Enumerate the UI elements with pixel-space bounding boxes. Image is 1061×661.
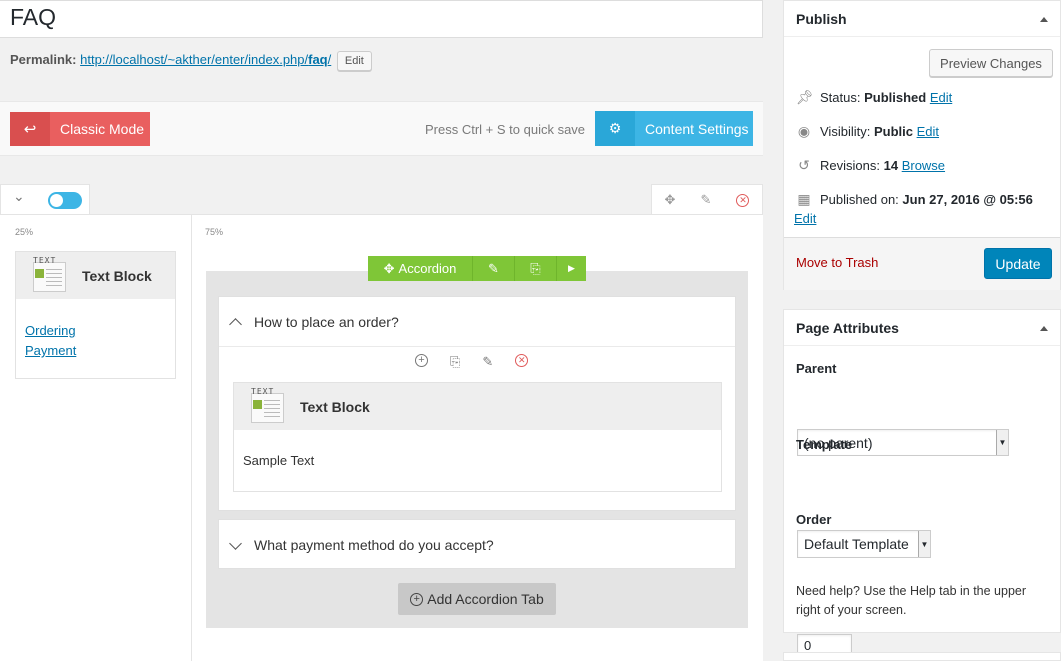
permalink-url[interactable]: http://localhost/~akther/enter/index.php… bbox=[80, 52, 331, 67]
chevron-down-icon bbox=[229, 536, 242, 550]
left-column-width: 25% bbox=[15, 227, 34, 237]
collapse-arrow-icon[interactable] bbox=[1040, 326, 1048, 331]
published-on-edit-link[interactable]: Edit bbox=[794, 211, 816, 226]
browse-revisions-link[interactable]: Browse bbox=[902, 158, 945, 173]
status-edit-link[interactable]: Edit bbox=[930, 90, 952, 105]
eye-icon: ◉ bbox=[797, 123, 811, 139]
published-on-row: ▦ Published on: Jun 27, 2016 @ 05:56 bbox=[797, 191, 1033, 207]
accordion-tab-title: How to place an order? bbox=[254, 313, 399, 330]
dropdown-arrow-icon: ▼ bbox=[918, 531, 930, 557]
add-icon: + bbox=[410, 592, 424, 606]
history-icon: ↺ bbox=[798, 157, 810, 173]
publish-box: Publish Preview Changes 📌︎ Status: Publi… bbox=[783, 0, 1061, 290]
collapse-chevron-icon[interactable]: ⌄ bbox=[13, 188, 25, 205]
visibility-row: ◉ Visibility: Public Edit bbox=[797, 123, 940, 139]
move-icon: ✥ bbox=[383, 260, 395, 276]
link-payment[interactable]: Payment bbox=[25, 341, 175, 361]
pin-icon: 📌︎ bbox=[796, 89, 814, 105]
revisions-row: ↺ Revisions: 14 Browse bbox=[796, 157, 945, 174]
next-meta-box bbox=[783, 652, 1061, 661]
accordion-toolbar: ✥ Accordion ✎ ⎘ ▶ bbox=[368, 256, 586, 281]
text-block-icon: TEXT bbox=[31, 256, 68, 294]
accordion-more-icon[interactable]: ▶ bbox=[557, 256, 586, 281]
order-label: Order bbox=[796, 512, 832, 527]
template-select[interactable]: Default Template ▼ bbox=[797, 530, 931, 558]
builder-mode-bar: ↩ Classic Mode Press Ctrl + S to quick s… bbox=[0, 101, 763, 156]
undo-arrow-icon: ↩ bbox=[10, 112, 50, 146]
accordion-tab-title: What payment method do you accept? bbox=[254, 537, 494, 553]
text-block-header: TEXT Text Block bbox=[234, 383, 721, 430]
row-header: ⌄ ✥ ✎ ✕ bbox=[0, 184, 763, 215]
text-block-title: Text Block bbox=[300, 398, 370, 415]
accordion-copy-icon[interactable]: ⎘ bbox=[515, 256, 557, 281]
visibility-edit-link[interactable]: Edit bbox=[917, 124, 939, 139]
post-title-text: FAQ bbox=[10, 4, 57, 30]
text-block-header: TEXT Text Block bbox=[16, 252, 175, 299]
row-tools: ✥ ✎ ✕ bbox=[651, 184, 763, 215]
text-block-title: Text Block bbox=[82, 267, 152, 284]
right-column-width: 75% bbox=[205, 227, 224, 237]
accordion-tab: What payment method do you accept? bbox=[218, 519, 736, 569]
text-block-icon: TEXT bbox=[249, 387, 286, 425]
accordion-tab-header[interactable]: How to place an order? bbox=[219, 297, 735, 347]
move-to-trash-link[interactable]: Move to Trash bbox=[796, 255, 878, 270]
post-title-input[interactable]: FAQ bbox=[0, 0, 763, 38]
left-text-block[interactable]: TEXT Text Block Ordering Payment bbox=[15, 251, 176, 379]
permalink-edit-button[interactable]: Edit bbox=[336, 51, 372, 71]
accordion-tab-header[interactable]: What payment method do you accept? bbox=[219, 520, 735, 570]
add-accordion-tab-button[interactable]: + Add Accordion Tab bbox=[398, 583, 556, 615]
add-icon[interactable]: + bbox=[415, 354, 428, 367]
row-toggle-switch[interactable] bbox=[48, 192, 82, 209]
page-attributes-title[interactable]: Page Attributes bbox=[784, 310, 1060, 346]
row-toggle-tab: ⌄ bbox=[0, 184, 90, 215]
inner-text-block[interactable]: TEXT Text Block Sample Text bbox=[233, 382, 722, 492]
text-block-body: Sample Text bbox=[243, 453, 315, 468]
template-label: Template bbox=[796, 437, 853, 452]
copy-icon[interactable]: ⎘ bbox=[450, 354, 460, 370]
tab-tools: + ⎘ ✎ ✕ bbox=[415, 354, 529, 370]
page-attributes-box: Page Attributes Parent (no parent) ▼ Temp… bbox=[783, 309, 1061, 657]
content-settings-button[interactable]: ⚙ Content Settings bbox=[595, 111, 753, 146]
accordion-move-handle[interactable]: ✥ Accordion bbox=[368, 256, 473, 281]
dropdown-arrow-icon: ▼ bbox=[996, 430, 1008, 455]
quick-save-hint: Press Ctrl + S to quick save bbox=[425, 122, 586, 137]
chevron-up-icon bbox=[229, 318, 242, 331]
delete-icon[interactable]: ✕ bbox=[515, 354, 529, 367]
delete-icon[interactable]: ✕ bbox=[736, 193, 750, 207]
publish-box-title[interactable]: Publish bbox=[784, 1, 1060, 37]
edit-icon[interactable]: ✎ bbox=[701, 192, 712, 208]
accordion-edit-icon[interactable]: ✎ bbox=[473, 256, 515, 281]
link-ordering[interactable]: Ordering bbox=[25, 321, 175, 341]
preview-changes-button[interactable]: Preview Changes bbox=[929, 49, 1053, 77]
update-button[interactable]: Update bbox=[984, 248, 1052, 279]
gear-icon: ⚙ bbox=[595, 111, 635, 146]
permalink-row: Permalink: http://localhost/~akther/ente… bbox=[10, 51, 372, 71]
status-row: 📌︎ Status: Published Edit bbox=[796, 89, 953, 105]
edit-icon[interactable]: ✎ bbox=[482, 354, 493, 370]
accordion-tab: How to place an order? + ⎘ ✎ ✕ TEXT Text… bbox=[218, 296, 736, 511]
permalink-label: Permalink: bbox=[10, 52, 77, 67]
publish-actions: Move to Trash Update bbox=[784, 237, 1060, 290]
move-icon[interactable]: ✥ bbox=[665, 192, 676, 208]
collapse-arrow-icon[interactable] bbox=[1040, 17, 1048, 22]
calendar-icon: ▦ bbox=[797, 191, 811, 207]
help-text: Need help? Use the Help tab in the upper… bbox=[796, 584, 1027, 617]
classic-mode-button[interactable]: ↩ Classic Mode bbox=[10, 112, 150, 146]
column-divider bbox=[191, 214, 192, 661]
parent-label: Parent bbox=[796, 361, 837, 376]
